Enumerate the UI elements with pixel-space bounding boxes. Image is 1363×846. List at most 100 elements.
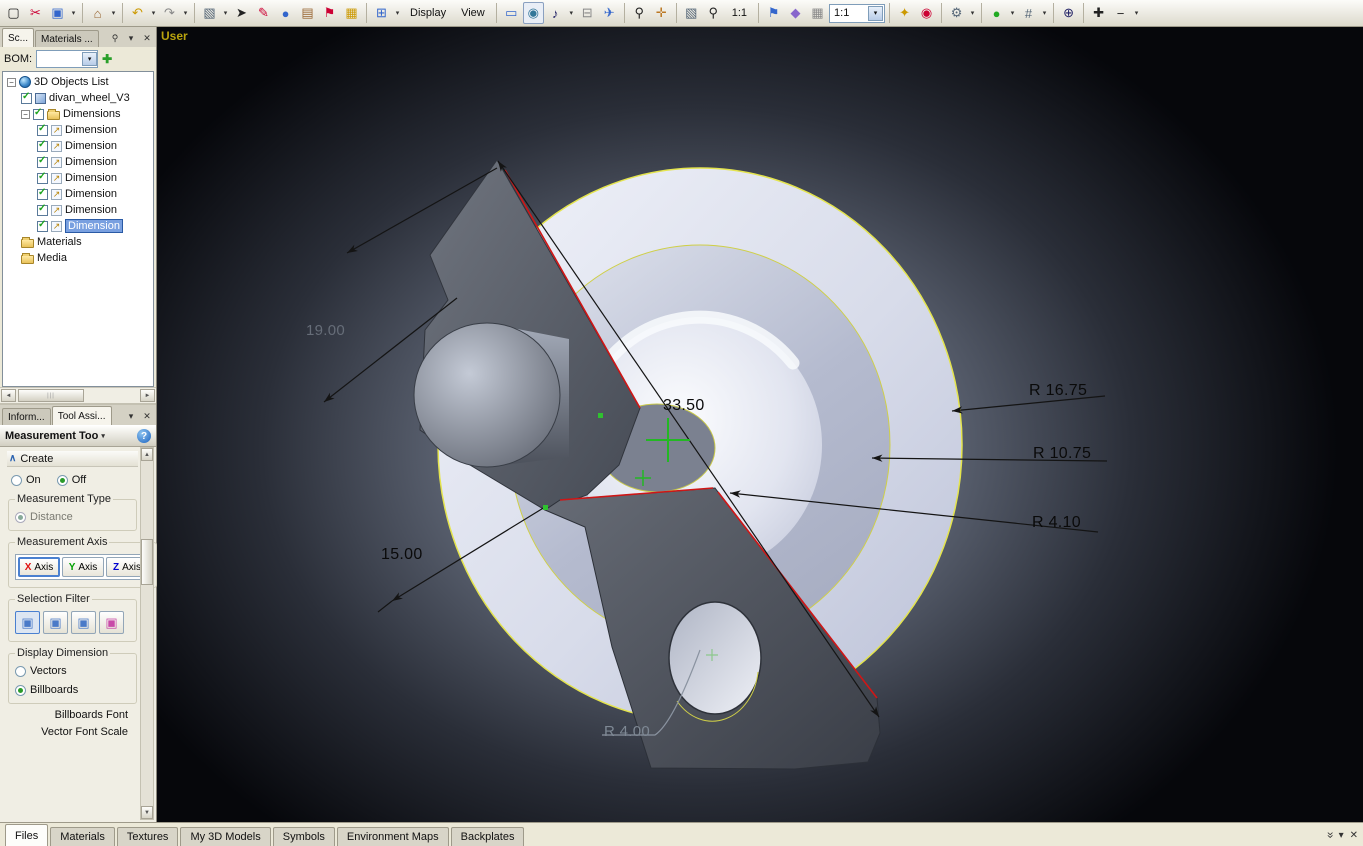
visibility-checkbox[interactable]: ✓ [37, 205, 48, 216]
region-zoom-button[interactable]: ▧ [681, 2, 702, 24]
bookmark-flag-button[interactable]: ⚑ [763, 2, 784, 24]
publish-button[interactable]: ✈ [599, 2, 620, 24]
tab-scene[interactable]: Sc... [2, 28, 34, 47]
tree-item-model[interactable]: ✓ divan_wheel_V3 [3, 90, 153, 106]
scrollbar-thumb[interactable]: ||| [18, 389, 84, 402]
zoom-button[interactable]: ⚲ [629, 2, 650, 24]
on-radio-row[interactable]: On [11, 474, 41, 486]
billboards-radio[interactable] [15, 685, 26, 696]
dropdown-arrow-icon[interactable]: ▾ [109, 2, 118, 24]
tree-item-materials-folder[interactable]: Materials [3, 234, 153, 250]
measure-tool-button[interactable]: ✎ [253, 2, 274, 24]
close-icon[interactable]: ✕ [140, 31, 154, 45]
y-axis-button[interactable]: Y Axis [62, 557, 104, 577]
billboards-radio-row[interactable]: Billboards [15, 684, 131, 696]
tree-item-dimension-selected[interactable]: ✓ ↗ Dimension [3, 218, 153, 234]
dropdown-arrow-icon[interactable]: ▾ [181, 2, 190, 24]
tree-item-dimension[interactable]: ✓ ↗ Dimension [3, 186, 153, 202]
collapse-icon[interactable]: − [21, 110, 30, 119]
bom-combo[interactable]: ▾ [36, 50, 98, 68]
tree-item-dimension[interactable]: ✓ ↗ Dimension [3, 154, 153, 170]
dropdown-arrow-icon[interactable]: ▾ [149, 2, 158, 24]
filter-part-button[interactable]: ▣ [43, 611, 68, 634]
tab-tool-assistant[interactable]: Tool Assi... [52, 406, 112, 425]
camera-button[interactable]: ◉ [916, 2, 937, 24]
add-button[interactable]: ✚ [1088, 2, 1109, 24]
chevron-down-icon[interactable]: ▾ [124, 31, 138, 45]
chevron-down-icon[interactable]: ▾ [82, 52, 97, 66]
close-icon[interactable]: ✕ [1350, 830, 1358, 841]
globe-button[interactable]: ⊕ [1058, 2, 1079, 24]
scrollbar-thumb[interactable] [141, 539, 153, 585]
tree-item-dimension[interactable]: ✓ ↗ Dimension [3, 122, 153, 138]
scroll-right-icon[interactable]: ► [140, 389, 155, 402]
selection-mode-button[interactable]: ▧ [199, 2, 220, 24]
dropdown-arrow-icon[interactable]: ▾ [567, 2, 576, 24]
chevron-down-icon[interactable]: ▾ [101, 432, 105, 440]
visibility-checkbox[interactable]: ✓ [37, 189, 48, 200]
tab-backplates[interactable]: Backplates [451, 827, 525, 846]
filter-surface-button[interactable]: ▣ [99, 611, 124, 634]
view-menu[interactable]: View [454, 2, 492, 24]
add-bom-button[interactable]: ✚ [102, 52, 112, 66]
chevron-down-icon[interactable]: ▾ [1339, 830, 1344, 841]
select-arrow-button[interactable]: ➤ [231, 2, 252, 24]
crop-tool-button[interactable]: # [1018, 2, 1039, 24]
copy-window-button[interactable]: ▣ [47, 2, 68, 24]
visibility-checkbox[interactable]: ✓ [37, 173, 48, 184]
dropdown-arrow-icon[interactable]: ▾ [69, 2, 78, 24]
zoom-ratio-label[interactable]: 1:1 [725, 2, 754, 24]
model-cube-button[interactable]: ◆ [785, 2, 806, 24]
print-button[interactable]: ⊟ [577, 2, 598, 24]
environment-sphere-button[interactable]: ● [986, 2, 1007, 24]
help-icon[interactable]: ? [137, 429, 151, 443]
pan-button[interactable]: ✛ [651, 2, 672, 24]
viewport-3d[interactable]: User [157, 27, 1363, 822]
settings-tools-button[interactable]: ⚙ [946, 2, 967, 24]
dropdown-arrow-icon[interactable]: ▾ [968, 2, 977, 24]
tab-information[interactable]: Inform... [2, 408, 51, 425]
cut-tool-button[interactable]: ✂ [25, 2, 46, 24]
create-section-header[interactable]: ∧ Create [7, 451, 138, 467]
new-document-button[interactable]: ▢ [3, 2, 24, 24]
filter-assembly-button[interactable]: ▣ [71, 611, 96, 634]
off-radio[interactable] [57, 475, 68, 486]
scroll-up-icon[interactable]: ▲ [141, 448, 153, 461]
home-button[interactable]: ⌂ [87, 2, 108, 24]
visibility-checkbox[interactable]: ✓ [37, 157, 48, 168]
find-icon[interactable]: ⚲ [108, 31, 122, 45]
distance-radio-row[interactable]: Distance [15, 511, 131, 523]
vertical-scrollbar[interactable]: ▲ ▼ [140, 447, 154, 820]
visibility-checkbox[interactable]: ✓ [37, 141, 48, 152]
horizontal-scrollbar[interactable]: ◄ ||| ► [0, 387, 156, 403]
tab-my-3d-models[interactable]: My 3D Models [180, 827, 270, 846]
audio-device-button[interactable]: ♪ [545, 2, 566, 24]
tree-item-dimension[interactable]: ✓ ↗ Dimension [3, 170, 153, 186]
toolbar-overflow-icon[interactable]: ▾ [1132, 2, 1141, 24]
tree-item-dimension[interactable]: ✓ ↗ Dimension [3, 138, 153, 154]
vectors-radio[interactable] [15, 666, 26, 677]
table-grid-button[interactable]: ⊞ [371, 2, 392, 24]
tree-item-dimension[interactable]: ✓ ↗ Dimension [3, 202, 153, 218]
chevron-down-icon[interactable]: ▾ [868, 6, 883, 21]
texture-grid-button[interactable]: ▦ [807, 2, 828, 24]
key-tool-button[interactable]: ✦ [894, 2, 915, 24]
visibility-checkbox[interactable]: ✓ [37, 125, 48, 136]
on-radio[interactable] [11, 475, 22, 486]
display-menu[interactable]: Display [403, 2, 453, 24]
panel-collapse-icon[interactable]: « [1322, 832, 1336, 839]
flags-button[interactable]: ⚑ [319, 2, 340, 24]
tree-root[interactable]: − 3D Objects List [3, 74, 153, 90]
distance-radio[interactable] [15, 512, 26, 523]
tree-item-dimensions-folder[interactable]: − ✓ Dimensions [3, 106, 153, 122]
chevron-down-icon[interactable]: ▾ [124, 409, 138, 423]
x-axis-button[interactable]: X Axis [18, 557, 60, 577]
scroll-left-icon[interactable]: ◄ [1, 389, 16, 402]
dropdown-arrow-icon[interactable]: ▾ [1008, 2, 1017, 24]
redo-button[interactable]: ↷ [159, 2, 180, 24]
package-button[interactable]: ▦ [341, 2, 362, 24]
visibility-checkbox[interactable]: ✓ [37, 221, 48, 232]
undo-button[interactable]: ↶ [127, 2, 148, 24]
dropdown-arrow-icon[interactable]: ▾ [1040, 2, 1049, 24]
off-radio-row[interactable]: Off [57, 474, 86, 486]
